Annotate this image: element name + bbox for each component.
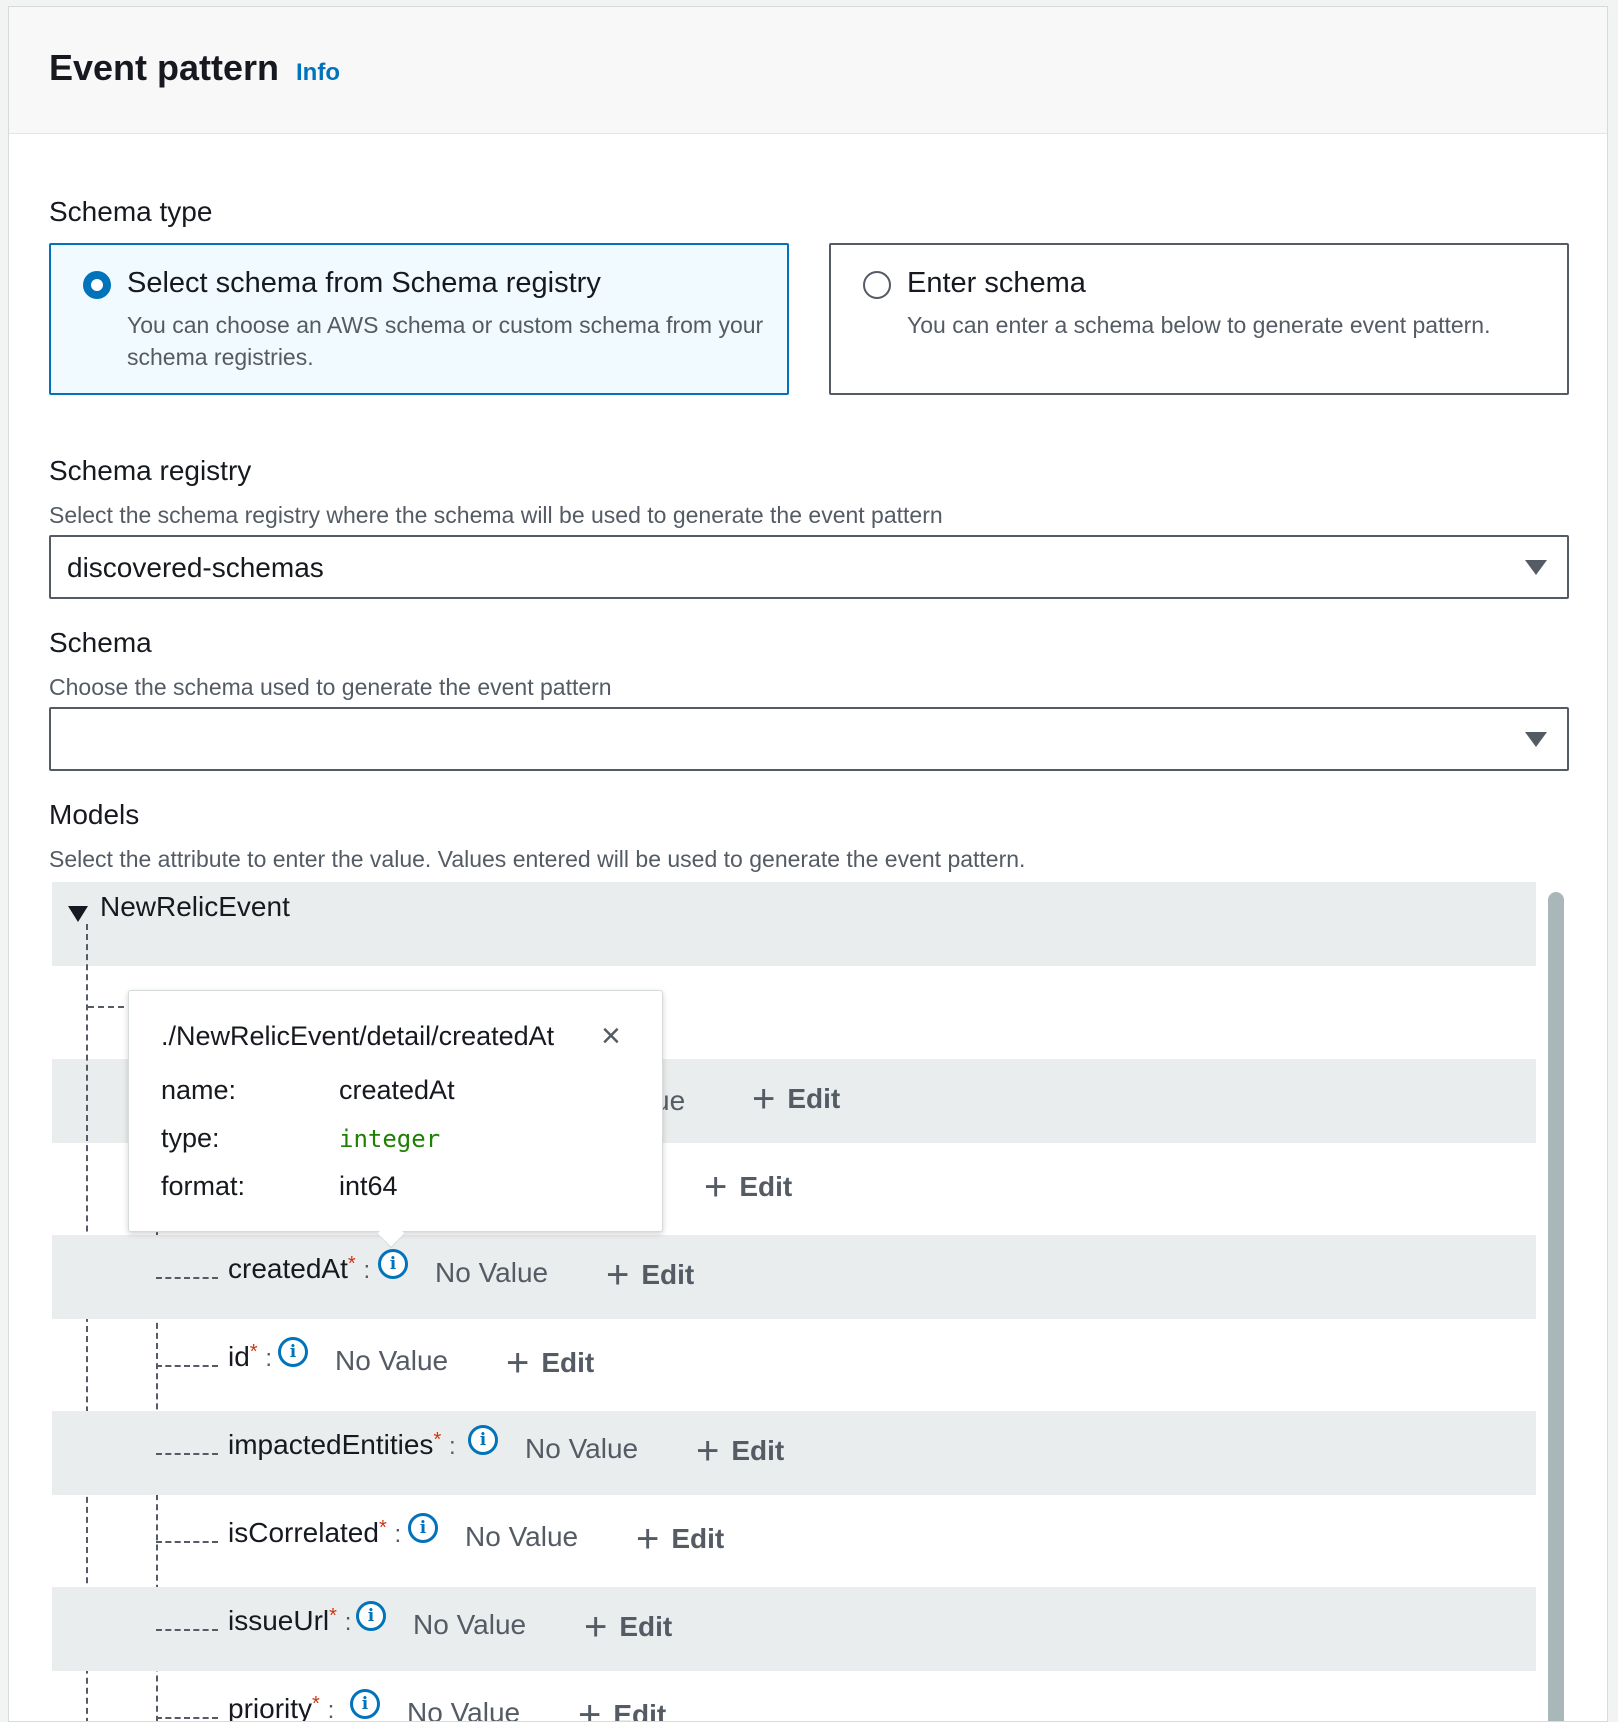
edit-label: Edit — [619, 1611, 673, 1642]
popover-value: int64 — [339, 1171, 398, 1201]
edit-button[interactable]: + Edit — [696, 1429, 784, 1474]
info-link[interactable]: Info — [296, 59, 340, 87]
edit-button[interactable]: + Edit — [704, 1165, 792, 1210]
schema-registry-description: Select the schema registry where the sch… — [49, 502, 943, 528]
attribute-value: No Value — [525, 1433, 639, 1464]
event-pattern-panel: Event pattern Info Schema type Select sc… — [8, 6, 1608, 1722]
attribute-value: No Value — [413, 1609, 527, 1640]
edit-label: Edit — [787, 1083, 841, 1114]
info-icon[interactable]: i — [356, 1601, 386, 1631]
attribute-name: impactedEntities* : — [228, 1429, 456, 1460]
schema-registry-label: Schema registry — [49, 455, 252, 486]
plus-icon: + — [606, 1253, 630, 1297]
enter-schema-radio[interactable] — [863, 271, 891, 299]
attribute-value: No Value — [435, 1257, 549, 1288]
attribute-row-priority[interactable]: priority* : i No Value + Edit — [52, 1675, 1536, 1722]
edit-button[interactable]: + Edit — [506, 1341, 594, 1386]
tree-connector-line — [156, 1365, 218, 1367]
tree-connector-line — [156, 1453, 218, 1455]
edit-button[interactable]: + Edit — [752, 1077, 840, 1122]
attribute-value: No Value — [465, 1521, 579, 1552]
attribute-name: createdAt* : — [228, 1253, 371, 1284]
attribute-row-id[interactable]: id* : i No Value + Edit — [52, 1323, 1536, 1407]
edit-label: Edit — [641, 1259, 695, 1290]
popover-value: createdAt — [339, 1075, 455, 1105]
schema-registry-option-tile[interactable]: Select schema from Schema registry You c… — [49, 243, 789, 395]
attribute-row-createdAt[interactable]: createdAt* : i No Value + Edit — [52, 1235, 1536, 1319]
edit-label: Edit — [671, 1523, 725, 1554]
models-label: Models — [49, 799, 140, 830]
schema-description: Choose the schema used to generate the e… — [49, 674, 612, 700]
edit-button[interactable]: + Edit — [584, 1605, 672, 1650]
edit-label: Edit — [613, 1699, 667, 1722]
tree-connector-line — [156, 1277, 218, 1279]
popover-value-type: integer — [339, 1125, 441, 1153]
tree-connector-line — [156, 1717, 218, 1719]
plus-icon: + — [696, 1429, 720, 1473]
plus-icon: + — [578, 1693, 602, 1722]
caret-down-icon — [1525, 560, 1547, 575]
enter-schema-option-description: You can enter a schema below to generate… — [907, 312, 1491, 338]
panel-title: Event pattern — [49, 47, 280, 88]
edit-button[interactable]: + Edit — [578, 1693, 667, 1722]
info-icon[interactable]: i — [408, 1513, 438, 1543]
enter-schema-option-tile[interactable]: Enter schema You can enter a schema belo… — [829, 243, 1569, 395]
plus-icon: + — [704, 1165, 728, 1209]
attribute-value: No Value — [407, 1697, 521, 1722]
popover-path: ./NewRelicEvent/detail/createdAt — [161, 1021, 555, 1051]
root-node-name: NewRelicEvent — [100, 891, 290, 922]
attribute-row-impactedEntities[interactable]: impactedEntities* : i No Value + Edit — [52, 1411, 1536, 1495]
models-description: Select the attribute to enter the value.… — [49, 846, 1026, 872]
close-icon[interactable]: × — [601, 1017, 621, 1056]
schema-label: Schema — [49, 627, 152, 658]
info-icon[interactable]: i — [378, 1249, 408, 1279]
edit-label: Edit — [731, 1435, 785, 1466]
schema-registry-option-description: You can choose an AWS schema or custom s… — [127, 312, 764, 370]
caret-down-icon[interactable] — [68, 906, 88, 922]
tree-scrollbar-thumb[interactable] — [1548, 892, 1564, 1721]
popover-key: format: — [161, 1171, 246, 1201]
tree-connector-line — [88, 1006, 124, 1008]
attribute-name: id* : — [228, 1341, 273, 1372]
edit-label: Edit — [541, 1347, 595, 1378]
schema-type-label: Schema type — [49, 196, 213, 227]
tree-row-root[interactable]: NewRelicEvent — [52, 882, 1536, 966]
tree-scrollbar[interactable] — [1544, 882, 1568, 1721]
plus-icon: + — [636, 1517, 660, 1561]
attribute-row-issueUrl[interactable]: issueUrl* : i No Value + Edit — [52, 1587, 1536, 1671]
plus-icon: + — [584, 1605, 608, 1649]
schema-registry-value: discovered-schemas — [67, 552, 324, 583]
attribute-name: priority* : — [228, 1693, 335, 1722]
attribute-row-isCorrelated[interactable]: isCorrelated* : i No Value + Edit — [52, 1499, 1536, 1583]
schema-registry-radio[interactable] — [83, 271, 111, 299]
popover-key: type: — [161, 1123, 220, 1153]
info-icon[interactable]: i — [278, 1337, 308, 1367]
plus-icon: + — [752, 1077, 776, 1121]
tree-connector-line — [156, 1541, 218, 1543]
caret-down-icon — [1525, 732, 1547, 747]
schema-select[interactable] — [49, 707, 1569, 771]
schema-registry-option-title: Select schema from Schema registry — [127, 267, 601, 299]
plus-icon: + — [506, 1341, 530, 1385]
edit-button[interactable]: + Edit — [606, 1253, 694, 1298]
info-icon[interactable]: i — [350, 1689, 380, 1719]
edit-button[interactable]: + Edit — [636, 1517, 724, 1562]
attribute-value: No Value — [335, 1345, 449, 1376]
schema-registry-select[interactable]: discovered-schemas — [49, 535, 1569, 599]
popover-key: name: — [161, 1075, 237, 1105]
edit-label: Edit — [739, 1171, 793, 1202]
attribute-name: issueUrl* : — [228, 1605, 352, 1636]
panel-header: Event pattern Info — [9, 7, 1607, 134]
attribute-info-popover: ./NewRelicEvent/detail/createdAt × name:… — [128, 990, 663, 1249]
attribute-name: isCorrelated* : — [228, 1517, 402, 1548]
info-icon[interactable]: i — [468, 1425, 498, 1455]
tree-connector-line — [156, 1629, 218, 1631]
enter-schema-option-title: Enter schema — [907, 267, 1086, 299]
